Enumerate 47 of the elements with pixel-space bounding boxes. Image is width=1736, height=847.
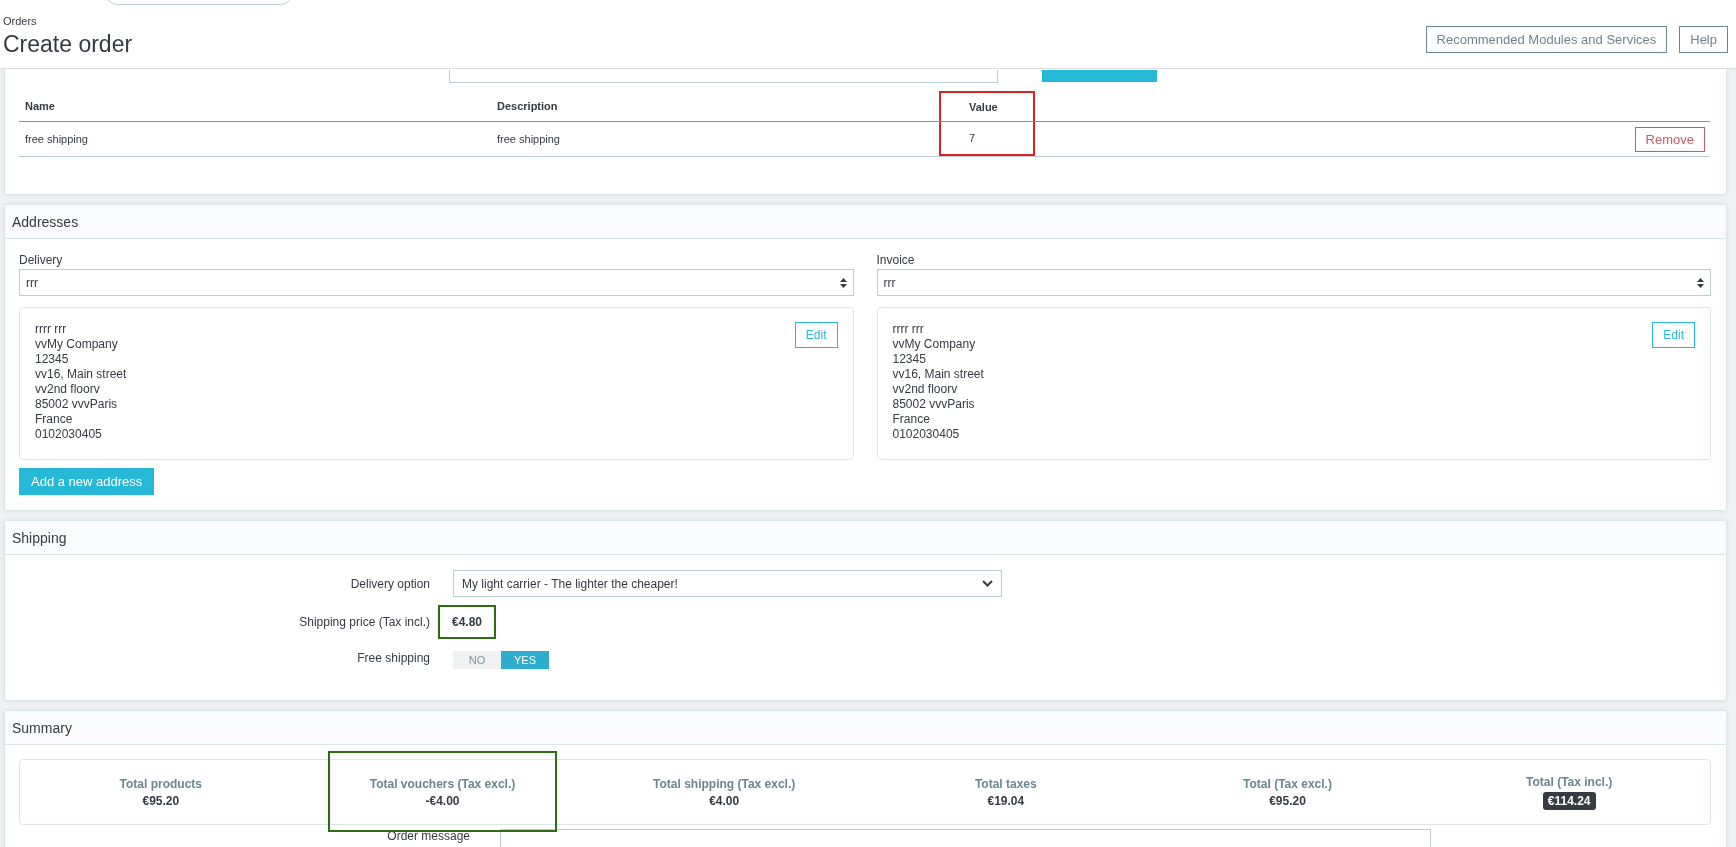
toolbar-button[interactable]: Help [1679,26,1728,53]
add-voucher-button[interactable] [1042,70,1157,82]
toolbar-button[interactable]: Recommended Modules and Services [1425,26,1668,53]
panel-heading: Addresses [5,205,1726,239]
address-select[interactable]: rrr [19,269,854,296]
total-label: Total (Tax excl.) [1243,776,1332,791]
delivery-select[interactable]: My light carrier - The lighter the cheaper! [453,570,1002,597]
table-cell-text: free shipping [496,133,560,145]
field-label: Shipping price (Tax incl.) [299,615,430,629]
total-label: Total taxes [974,776,1037,791]
sort-arrows-icon [839,277,847,288]
table-cell-text: free shipping [24,133,88,145]
page-title: Create order [3,31,133,58]
toggle-option[interactable]: NO [453,651,501,669]
total-label: Total products [119,776,203,791]
column-header: Name [24,100,55,112]
table-cell-text: 7 [968,132,976,144]
field-label: Invoice [876,253,916,267]
address-select[interactable]: rrr [876,269,1711,296]
total-value: -€4.00 [425,793,460,808]
edit-button[interactable]: Edit [794,322,838,348]
voucher-input-field[interactable] [449,70,998,83]
total-badge: €114.24 [1542,791,1596,810]
add-address-button[interactable]: Add a new address [19,468,155,495]
sort-arrows-icon [1697,277,1704,288]
shipping-price: €4.80 [438,605,497,639]
field-label: Free shipping [357,651,430,665]
total-value: €4.00 [709,793,740,808]
edit-button[interactable]: Edit [1652,322,1695,348]
total-label: Total (Tax incl.) [1526,774,1613,789]
address-text: rrrr rrr vvMy Company 12345 vv16, Main street vv2nd floorv 85002 vvvParis France 0102030405 [892,322,984,443]
address-text: rrrr rrr vvMy Company 12345 vv16, Main street vv2nd floorv 85002 vvvParis France 0102030405 [35,322,127,443]
breadcrumb-link[interactable]: Orders [3,15,133,27]
total-label: Total shipping (Tax excl.) [653,776,796,791]
total-label: Total vouchers (Tax excl.) [369,776,516,791]
total-value: €19.04 [987,793,1025,808]
column-header: Value [968,101,998,113]
field-label: Delivery [19,253,64,267]
panel-heading: Summary [5,711,1726,745]
chevron-down-icon [982,580,993,587]
panel-heading: Shipping [5,521,1726,555]
toggle-option[interactable]: YES [501,651,549,669]
column-header: Description [496,100,558,112]
field-label: Delivery option [350,576,430,591]
remove-button[interactable]: Remove [1634,126,1705,152]
total-value: €95.20 [142,793,180,808]
total-value: €95.20 [1269,793,1306,808]
